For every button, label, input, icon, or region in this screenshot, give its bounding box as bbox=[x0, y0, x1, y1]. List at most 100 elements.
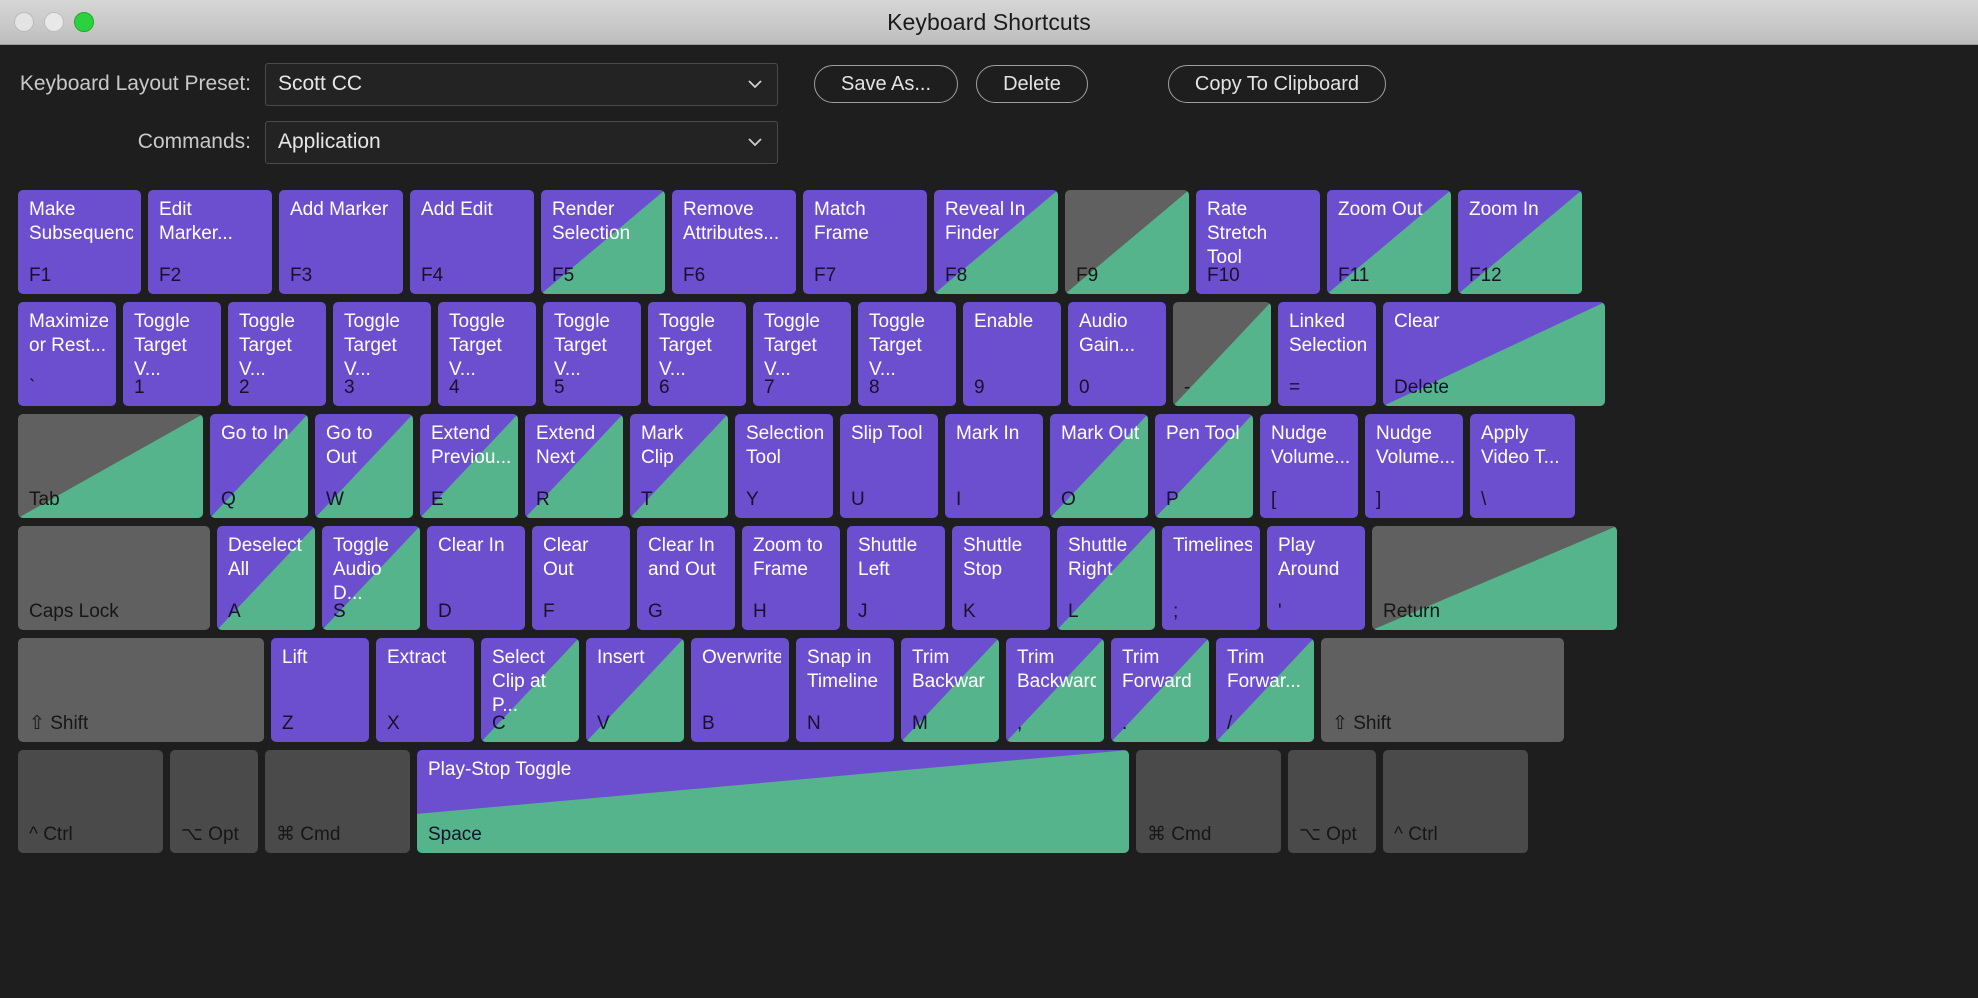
key-key[interactable]: Play Around ' bbox=[1267, 526, 1365, 630]
key-z[interactable]: Lift Z bbox=[271, 638, 369, 742]
key-a[interactable]: Deselect All A bbox=[217, 526, 315, 630]
key-2[interactable]: Toggle Target V... 2 bbox=[228, 302, 326, 406]
key-cap-label: ⌘ Cmd bbox=[276, 824, 341, 845]
key-command-label: Clear Out bbox=[543, 535, 589, 580]
key-cap-label: Q bbox=[221, 489, 236, 510]
delete-button[interactable]: Delete bbox=[976, 65, 1088, 103]
key-key[interactable]: Nudge Volume... [ bbox=[1260, 414, 1358, 518]
key-c[interactable]: Select Clip at P... C bbox=[481, 638, 579, 742]
key-f12[interactable]: Zoom In F12 bbox=[1458, 190, 1582, 294]
key-delete[interactable]: Clear Delete bbox=[1383, 302, 1605, 406]
key-command-label: Trim Backwar bbox=[912, 647, 985, 692]
key-f[interactable]: Clear Out F bbox=[532, 526, 630, 630]
key-f2[interactable]: Edit Marker... F2 bbox=[148, 190, 272, 294]
key-key[interactable]: Maximize or Rest... ` bbox=[18, 302, 116, 406]
key-command-label: Lift bbox=[282, 647, 308, 668]
key-key[interactable]: Trim Forwar... / bbox=[1216, 638, 1314, 742]
key-key[interactable]: Nudge Volume...] bbox=[1365, 414, 1463, 518]
key-command-label: Trim Forward bbox=[1122, 647, 1192, 692]
key-v[interactable]: Insert V bbox=[586, 638, 684, 742]
key-cap-label: F bbox=[543, 601, 555, 622]
key-tab[interactable]: Tab bbox=[18, 414, 203, 518]
key-f7[interactable]: Match Frame F7 bbox=[803, 190, 927, 294]
key-shift[interactable]: ⇧ Shift bbox=[18, 638, 264, 742]
key-r[interactable]: Extend Next R bbox=[525, 414, 623, 518]
key-opt[interactable]: ⌥ Opt bbox=[1288, 750, 1376, 853]
key-b[interactable]: Overwrite B bbox=[691, 638, 789, 742]
key-cap-label: F9 bbox=[1076, 265, 1099, 286]
key-caps-lock[interactable]: Caps Lock bbox=[18, 526, 210, 630]
key-6[interactable]: Toggle Target V... 6 bbox=[648, 302, 746, 406]
key-command-label: Pen Tool bbox=[1166, 423, 1240, 444]
key-f1[interactable]: Make Subsequence F1 bbox=[18, 190, 141, 294]
preset-label: Keyboard Layout Preset: bbox=[19, 72, 251, 95]
key-9[interactable]: Enable 9 bbox=[963, 302, 1061, 406]
key-key[interactable]: Apply Video T... \ bbox=[1470, 414, 1575, 518]
key-cmd[interactable]: ⌘ Cmd bbox=[265, 750, 410, 853]
key-i[interactable]: Mark In I bbox=[945, 414, 1043, 518]
key-x[interactable]: Extract X bbox=[376, 638, 474, 742]
key-t[interactable]: Mark Clip T bbox=[630, 414, 728, 518]
key-cap-label: X bbox=[387, 713, 400, 734]
key-key[interactable]: Trim Backward, bbox=[1006, 638, 1104, 742]
key-cap-label: 6 bbox=[659, 377, 670, 398]
key-cap-label: Caps Lock bbox=[29, 601, 119, 622]
keyboard-layout-preset-select[interactable]: Scott CC bbox=[265, 62, 778, 106]
key-1[interactable]: Toggle Target V... 1 bbox=[123, 302, 221, 406]
key-f11[interactable]: Zoom Out F11 bbox=[1327, 190, 1451, 294]
key-cap-label: 1 bbox=[134, 377, 145, 398]
key-cmd[interactable]: ⌘ Cmd bbox=[1136, 750, 1281, 853]
key-ctrl[interactable]: ^ Ctrl bbox=[1383, 750, 1528, 853]
key-f9[interactable]: F9 bbox=[1065, 190, 1189, 294]
key-u[interactable]: Slip Tool U bbox=[840, 414, 938, 518]
key-ctrl[interactable]: ^ Ctrl bbox=[18, 750, 163, 853]
key-o[interactable]: Mark Out O bbox=[1050, 414, 1148, 518]
key-m[interactable]: Trim Backwar M bbox=[901, 638, 999, 742]
key-7[interactable]: Toggle Target V... 7 bbox=[753, 302, 851, 406]
save-as-button[interactable]: Save As... bbox=[814, 65, 959, 103]
key-4[interactable]: Toggle Target V... 4 bbox=[438, 302, 536, 406]
key-d[interactable]: Clear In D bbox=[427, 526, 525, 630]
key-cap-label: F5 bbox=[552, 265, 575, 286]
key-w[interactable]: Go to Out W bbox=[315, 414, 413, 518]
key-command-label: Toggle Target V... bbox=[764, 311, 820, 380]
key-8[interactable]: Toggle Target V... 8 bbox=[858, 302, 956, 406]
key-cap-label: Space bbox=[428, 824, 482, 845]
key-f6[interactable]: Remove Attributes... F6 bbox=[672, 190, 796, 294]
key-p[interactable]: Pen Tool P bbox=[1155, 414, 1253, 518]
key-n[interactable]: Snap in Timeline N bbox=[796, 638, 894, 742]
key-key[interactable]: Trim Forward. bbox=[1111, 638, 1209, 742]
key-e[interactable]: Extend Previou... E bbox=[420, 414, 518, 518]
key-y[interactable]: Selection Tool Y bbox=[735, 414, 833, 518]
key-key[interactable]: Linked Selection = bbox=[1278, 302, 1376, 406]
key-g[interactable]: Clear In and Out G bbox=[637, 526, 735, 630]
commands-selected-value: Application bbox=[278, 130, 381, 153]
key-f5[interactable]: Render Selection F5 bbox=[541, 190, 665, 294]
key-key[interactable]: - bbox=[1173, 302, 1271, 406]
key-f8[interactable]: Reveal In Finder F8 bbox=[934, 190, 1058, 294]
key-opt[interactable]: ⌥ Opt bbox=[170, 750, 258, 853]
key-j[interactable]: Shuttle Left J bbox=[847, 526, 945, 630]
key-q[interactable]: Go to In Q bbox=[210, 414, 308, 518]
commands-select[interactable]: Application bbox=[265, 120, 778, 164]
copy-to-clipboard-button[interactable]: Copy To Clipboard bbox=[1167, 65, 1387, 103]
key-shift[interactable]: ⇧ Shift bbox=[1321, 638, 1564, 742]
key-f3[interactable]: Add Marker F3 bbox=[279, 190, 403, 294]
key-5[interactable]: Toggle Target V... 5 bbox=[543, 302, 641, 406]
key-cap-label: F12 bbox=[1469, 265, 1502, 286]
key-return[interactable]: Return bbox=[1372, 526, 1617, 630]
key-command-label: Nudge Volume... bbox=[1376, 423, 1455, 468]
key-command-label: Reveal In Finder bbox=[945, 199, 1026, 244]
key-0[interactable]: Audio Gain... 0 bbox=[1068, 302, 1166, 406]
key-f4[interactable]: Add Edit F4 bbox=[410, 190, 534, 294]
key-key[interactable]: Timelines; bbox=[1162, 526, 1260, 630]
key-cap-label: ^ Ctrl bbox=[1394, 824, 1438, 845]
key-h[interactable]: Zoom to Frame H bbox=[742, 526, 840, 630]
key-k[interactable]: Shuttle Stop K bbox=[952, 526, 1050, 630]
key-3[interactable]: Toggle Target V... 3 bbox=[333, 302, 431, 406]
key-s[interactable]: Toggle Audio D... S bbox=[322, 526, 420, 630]
key-space[interactable]: Play-Stop Toggle Space bbox=[417, 750, 1129, 853]
key-l[interactable]: Shuttle Right L bbox=[1057, 526, 1155, 630]
key-f10[interactable]: Rate Stretch Tool F10 bbox=[1196, 190, 1320, 294]
key-cap-label: 4 bbox=[449, 377, 460, 398]
